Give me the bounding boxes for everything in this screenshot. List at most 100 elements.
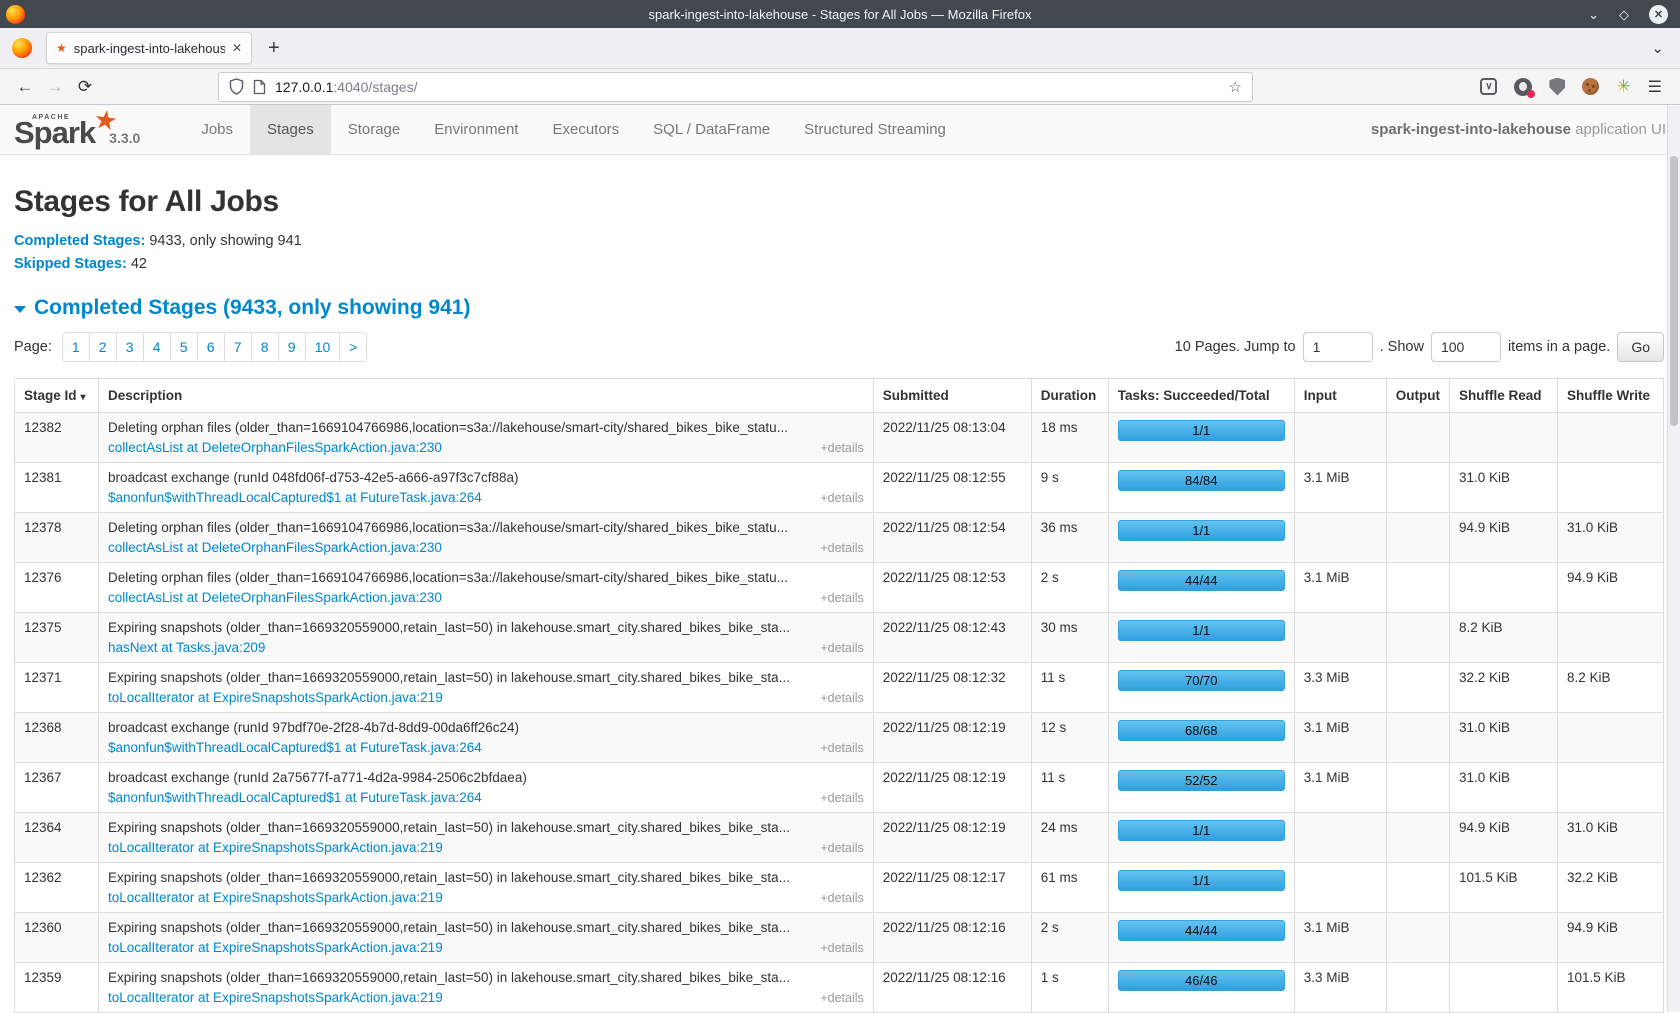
window-minimize-icon[interactable]: ⌄ (1588, 8, 1599, 21)
details-toggle[interactable]: +details (820, 891, 863, 905)
details-toggle[interactable]: +details (820, 641, 863, 655)
window-maximize-icon[interactable]: ◇ (1619, 8, 1629, 21)
privacy-mask-extension-icon[interactable] (1514, 78, 1532, 96)
back-button[interactable]: ← (10, 77, 40, 97)
table-row: 12375 Expiring snapshots (older_than=166… (15, 613, 1664, 663)
tasks-progress-bar: 44/44 (1118, 920, 1285, 941)
nav-item-storage[interactable]: Storage (331, 105, 418, 154)
url-bar[interactable]: 127.0.0.1:4040/stages/ ☆ (218, 72, 1253, 102)
col-tasks[interactable]: Tasks: Succeeded/Total (1108, 379, 1294, 413)
spark-nav-items: JobsStagesStorageEnvironmentExecutorsSQL… (184, 105, 963, 154)
nav-item-sql-dataframe[interactable]: SQL / DataFrame (636, 105, 787, 154)
col-duration[interactable]: Duration (1031, 379, 1108, 413)
stage-callsite-link[interactable]: $anonfun$withThreadLocalCaptured$1 at Fu… (108, 740, 482, 755)
shuffle-write-cell: 31.0 KiB (1558, 813, 1664, 863)
go-button[interactable]: Go (1617, 332, 1664, 362)
scrollbar-thumb[interactable] (1670, 156, 1678, 426)
spark-navbar: APACHE Spark ★ 3.3.0 JobsStagesStorageEn… (0, 105, 1680, 155)
page-button-9[interactable]: 9 (279, 332, 306, 362)
col-stage-id[interactable]: Stage Id▾ (15, 379, 99, 413)
url-path: :4040/stages/ (333, 79, 417, 95)
details-toggle[interactable]: +details (820, 591, 863, 605)
window-close-icon[interactable]: ✕ (1649, 5, 1668, 24)
forward-button[interactable]: → (40, 77, 70, 97)
jump-to-page-input[interactable] (1303, 332, 1373, 362)
details-toggle[interactable]: +details (820, 991, 863, 1005)
cookie-extension-icon[interactable] (1582, 78, 1599, 95)
pocket-extension-icon[interactable]: ∨ (1480, 78, 1497, 95)
page-button-6[interactable]: 6 (198, 332, 225, 362)
stage-callsite-link[interactable]: toLocalIterator at ExpireSnapshotsSparkA… (108, 990, 443, 1005)
list-tabs-icon[interactable]: ⌄ (1651, 39, 1664, 57)
nav-item-stages[interactable]: Stages (250, 105, 331, 154)
details-toggle[interactable]: +details (820, 841, 863, 855)
stage-callsite-link[interactable]: $anonfun$withThreadLocalCaptured$1 at Fu… (108, 490, 482, 505)
page-button-10[interactable]: 10 (306, 332, 341, 362)
tasks-cell: 1/1 (1108, 613, 1294, 663)
page-button-5[interactable]: 5 (171, 332, 198, 362)
details-toggle[interactable]: +details (820, 541, 863, 555)
nav-item-structured-streaming[interactable]: Structured Streaming (787, 105, 963, 154)
hamburger-menu-icon[interactable]: ☰ (1648, 77, 1662, 97)
next-page-button[interactable]: > (340, 332, 367, 362)
page-info-icon[interactable] (253, 79, 266, 95)
stage-description: Deleting orphan files (older_than=166910… (108, 420, 864, 435)
tasks-cell: 44/44 (1108, 563, 1294, 613)
table-row: 12371 Expiring snapshots (older_than=166… (15, 663, 1664, 713)
details-toggle[interactable]: +details (820, 491, 863, 505)
stage-description: Expiring snapshots (older_than=166932055… (108, 920, 864, 935)
nav-item-environment[interactable]: Environment (417, 105, 535, 154)
stage-callsite-link[interactable]: collectAsList at DeleteOrphanFilesSparkA… (108, 540, 442, 555)
page-button-7[interactable]: 7 (225, 332, 252, 362)
col-output[interactable]: Output (1386, 379, 1449, 413)
details-toggle[interactable]: +details (820, 741, 863, 755)
firefox-view-icon[interactable] (12, 38, 32, 58)
details-toggle[interactable]: +details (820, 691, 863, 705)
stage-id-cell: 12367 (15, 763, 99, 813)
details-toggle[interactable]: +details (820, 941, 863, 955)
col-shuffle-read[interactable]: Shuffle Read (1450, 379, 1558, 413)
shield-permissions-icon[interactable] (229, 78, 244, 95)
col-input[interactable]: Input (1294, 379, 1386, 413)
bookmark-star-icon[interactable]: ☆ (1229, 78, 1242, 96)
col-shuffle-write[interactable]: Shuffle Write (1558, 379, 1664, 413)
description-cell: Expiring snapshots (older_than=166932055… (99, 813, 874, 863)
stage-callsite-link[interactable]: toLocalIterator at ExpireSnapshotsSparkA… (108, 940, 443, 955)
page-button-2[interactable]: 2 (90, 332, 117, 362)
page-button-4[interactable]: 4 (144, 332, 171, 362)
new-tab-button[interactable]: + (268, 37, 280, 60)
stage-callsite-link[interactable]: collectAsList at DeleteOrphanFilesSparkA… (108, 440, 442, 455)
completed-stages-section-toggle[interactable]: Completed Stages (9433, only showing 941… (14, 296, 1664, 320)
browser-tab[interactable]: ★ spark-ingest-into-lakehous ✕ (46, 32, 252, 64)
stage-id-cell: 12382 (15, 413, 99, 463)
stage-callsite-link[interactable]: toLocalIterator at ExpireSnapshotsSparkA… (108, 840, 443, 855)
page-scrollbar[interactable] (1667, 106, 1680, 1012)
shuffle-write-cell: 31.0 KiB (1558, 513, 1664, 563)
page-button-1[interactable]: 1 (62, 332, 90, 362)
nav-item-executors[interactable]: Executors (535, 105, 636, 154)
page-button-8[interactable]: 8 (252, 332, 279, 362)
details-toggle[interactable]: +details (820, 791, 863, 805)
stage-callsite-link[interactable]: hasNext at Tasks.java:209 (108, 640, 265, 655)
stage-callsite-link[interactable]: collectAsList at DeleteOrphanFilesSparkA… (108, 590, 442, 605)
duration-cell: 2 s (1031, 913, 1108, 963)
asterisk-extension-icon[interactable]: ✳ (1616, 78, 1630, 95)
details-toggle[interactable]: +details (820, 441, 863, 455)
shuffle-read-cell (1450, 913, 1558, 963)
stage-callsite-link[interactable]: toLocalIterator at ExpireSnapshotsSparkA… (108, 690, 443, 705)
ublock-shield-icon[interactable] (1549, 78, 1565, 96)
col-description[interactable]: Description (99, 379, 874, 413)
tab-close-icon[interactable]: ✕ (232, 41, 242, 55)
shuffle-read-cell: 8.2 KiB (1450, 613, 1558, 663)
nav-item-jobs[interactable]: Jobs (184, 105, 250, 154)
reload-button[interactable]: ⟳ (70, 77, 100, 97)
duration-cell: 12 s (1031, 713, 1108, 763)
page-button-3[interactable]: 3 (117, 332, 144, 362)
items-per-page-input[interactable] (1431, 332, 1501, 362)
output-cell (1386, 563, 1449, 613)
stage-callsite-link[interactable]: toLocalIterator at ExpireSnapshotsSparkA… (108, 890, 443, 905)
spark-logo[interactable]: APACHE Spark ★ 3.3.0 (0, 105, 166, 154)
col-submitted[interactable]: Submitted (873, 379, 1031, 413)
table-row: 12359 Expiring snapshots (older_than=166… (15, 963, 1664, 1013)
stage-callsite-link[interactable]: $anonfun$withThreadLocalCaptured$1 at Fu… (108, 790, 482, 805)
